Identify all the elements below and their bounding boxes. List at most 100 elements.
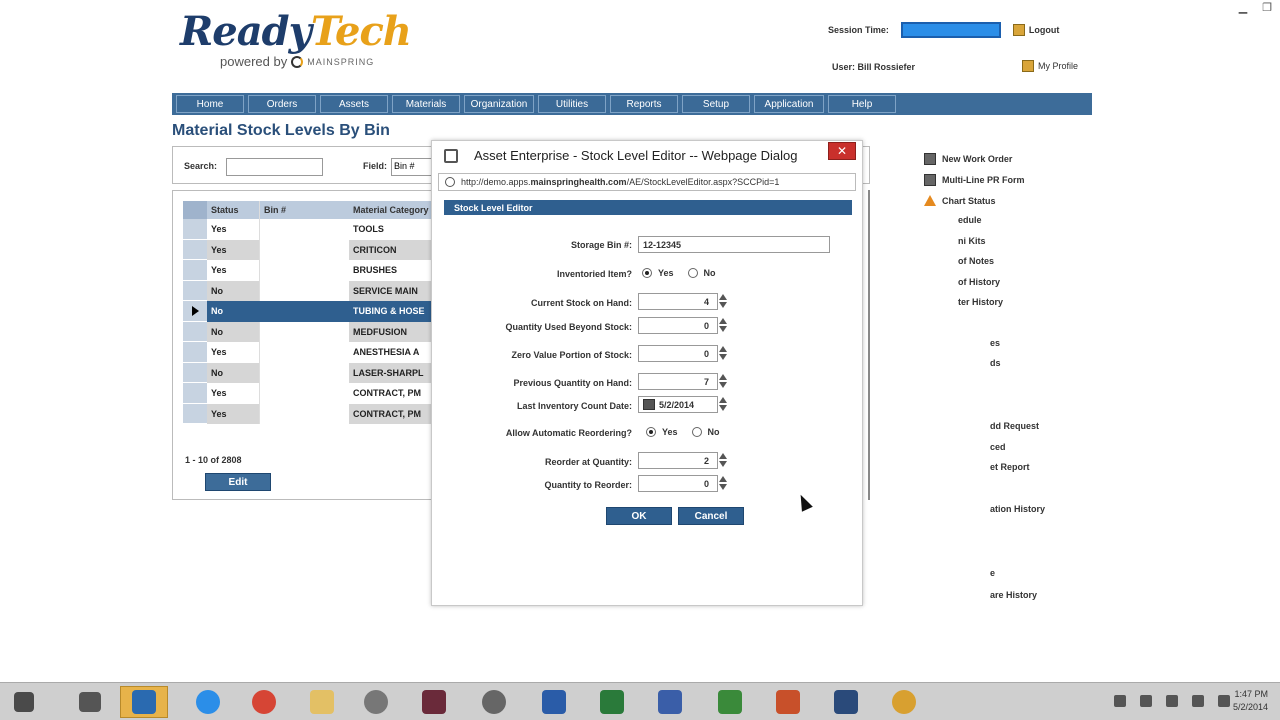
taskbar-outlook[interactable] — [120, 686, 168, 718]
inventoried-yes-radio[interactable] — [642, 268, 652, 278]
side-link-fragment[interactable]: dd Request — [990, 421, 1039, 431]
current-stock-input[interactable]: 4 — [638, 293, 718, 310]
flag-icon[interactable] — [1140, 695, 1152, 707]
session-time-label: Session Time: — [828, 25, 889, 35]
session-time-bar — [900, 22, 1001, 38]
reorder-qty-input[interactable]: 2 — [638, 452, 718, 469]
qty-reorder-input[interactable]: 0 — [638, 475, 718, 492]
col-bin[interactable]: Bin # — [259, 201, 349, 219]
nav-reports[interactable]: Reports — [610, 95, 678, 113]
cancel-button[interactable]: Cancel — [678, 507, 744, 525]
side-link-fragment[interactable]: ni Kits — [958, 236, 986, 246]
search-input[interactable] — [226, 158, 323, 176]
nav-assets[interactable]: Assets — [320, 95, 388, 113]
auto-reorder-yes-radio[interactable] — [646, 427, 656, 437]
edit-button[interactable]: Edit — [205, 473, 271, 491]
clock[interactable]: 1:47 PM 5/2/2014 — [1233, 688, 1268, 714]
volume-icon[interactable] — [1218, 695, 1230, 707]
dialog-url-bar: http://demo.apps. mainspringhealth.com/AE… — [438, 173, 856, 191]
inventoried-no-radio[interactable] — [687, 268, 698, 278]
table-row[interactable]: Yes TOOLS — [183, 219, 435, 240]
reorder-qty-spinner-icon[interactable] — [718, 452, 728, 469]
side-link-fragment[interactable]: ced — [990, 442, 1006, 452]
prev-qty-spinner-icon[interactable] — [718, 373, 728, 390]
last-count-input[interactable]: 5/2/2014 — [638, 396, 718, 413]
side-link-fragment[interactable]: ds — [990, 358, 1001, 368]
ok-button[interactable]: OK — [606, 507, 672, 525]
keyboard-icon[interactable] — [1114, 695, 1126, 707]
side-link-fragment[interactable]: of History — [958, 277, 1000, 287]
table-row[interactable]: Yes CRITICON — [183, 239, 435, 260]
side-link-fragment[interactable]: e — [990, 568, 995, 578]
taskbar-network[interactable] — [470, 686, 518, 718]
nav-application[interactable]: Application — [754, 95, 824, 113]
taskbar-explorer[interactable] — [298, 686, 346, 718]
col-category[interactable]: Material Category — [349, 201, 435, 219]
taskbar-home[interactable] — [66, 686, 114, 718]
side-link-fragment[interactable]: are History — [990, 590, 1037, 600]
col-status[interactable]: Status — [207, 201, 259, 219]
signal-icon[interactable] — [1192, 695, 1204, 707]
side-link-fragment[interactable]: es — [990, 338, 1000, 348]
nav-materials[interactable]: Materials — [392, 95, 460, 113]
cell-status: Yes — [211, 224, 227, 235]
cell-bin — [259, 239, 349, 260]
nav-help[interactable]: Help — [828, 95, 896, 113]
table-row[interactable]: No LASER-SHARPL — [183, 362, 435, 383]
prev-qty-input[interactable]: 7 — [638, 373, 718, 390]
nav-home[interactable]: Home — [176, 95, 244, 113]
zero-value-spinner-icon[interactable] — [718, 345, 728, 362]
taskbar-excel[interactable] — [588, 686, 636, 718]
nav-organization[interactable]: Organization — [464, 95, 534, 113]
new-work-order-link[interactable]: New Work Order — [924, 148, 1025, 169]
qty-used-input[interactable]: 0 — [638, 317, 718, 334]
minimize-icon[interactable]: ▁ — [1236, 2, 1250, 14]
taskbar-app[interactable] — [410, 686, 458, 718]
side-link-fragment[interactable]: et Report — [990, 462, 1030, 472]
clock-date: 5/2/2014 — [1232, 702, 1268, 712]
table-row-selected[interactable]: No TUBING & HOSE — [183, 301, 435, 322]
side-link-fragment[interactable]: ation History — [990, 504, 1045, 514]
side-link-fragment[interactable]: ter History — [958, 297, 1003, 307]
taskbar-word[interactable] — [530, 686, 578, 718]
table-row[interactable]: No MEDFUSION — [183, 321, 435, 342]
table-row[interactable]: Yes BRUSHES — [183, 260, 435, 281]
taskbar-ie[interactable] — [184, 686, 232, 718]
current-stock-spinner-icon[interactable] — [718, 293, 728, 310]
taskbar-remote[interactable] — [646, 686, 694, 718]
taskbar-tool[interactable] — [352, 686, 400, 718]
calendar-icon[interactable] — [643, 399, 655, 410]
side-link-fragment[interactable]: of Notes — [958, 256, 994, 266]
table-row[interactable]: Yes ANESTHESIA A — [183, 342, 435, 363]
close-button[interactable]: ✕ — [828, 142, 856, 160]
zero-value-input[interactable]: 0 — [638, 345, 718, 362]
last-count-spinner-icon[interactable] — [718, 396, 728, 413]
logout-link[interactable]: Logout — [1012, 24, 1059, 36]
taskbar-snagit[interactable] — [880, 686, 928, 718]
storage-bin-input[interactable]: 12-12345 — [638, 236, 830, 253]
restore-icon[interactable]: ❐ — [1260, 2, 1274, 14]
field-select[interactable]: Bin # — [391, 158, 435, 176]
table-row[interactable]: Yes CONTRACT, PM — [183, 383, 435, 404]
table-row[interactable]: Yes CONTRACT, PM — [183, 403, 435, 424]
nav-setup[interactable]: Setup — [682, 95, 750, 113]
start-button[interactable] — [0, 686, 48, 718]
taskbar-publisher[interactable] — [822, 686, 870, 718]
nav-orders[interactable]: Orders — [248, 95, 316, 113]
my-profile-link[interactable]: My Profile — [1022, 60, 1078, 72]
side-link-fragment[interactable]: edule — [958, 215, 982, 225]
cell-status: Yes — [211, 265, 227, 276]
nav-utilities[interactable]: Utilities — [538, 95, 606, 113]
cell-status: Yes — [211, 408, 227, 419]
network-tray-icon[interactable] — [1166, 695, 1178, 707]
taskbar-camtasia[interactable] — [706, 686, 754, 718]
auto-reorder-no-radio[interactable] — [691, 427, 702, 437]
chart-status-link[interactable]: Chart Status — [924, 190, 1025, 211]
multi-line-pr-link[interactable]: Multi-Line PR Form — [924, 169, 1025, 190]
qty-used-spinner-icon[interactable] — [718, 317, 728, 334]
taskbar-powerpoint[interactable] — [764, 686, 812, 718]
taskbar-chrome[interactable] — [240, 686, 288, 718]
table-row[interactable]: No SERVICE MAIN — [183, 280, 435, 301]
qty-reorder-spinner-icon[interactable] — [718, 475, 728, 492]
cell-status: Yes — [211, 347, 227, 358]
